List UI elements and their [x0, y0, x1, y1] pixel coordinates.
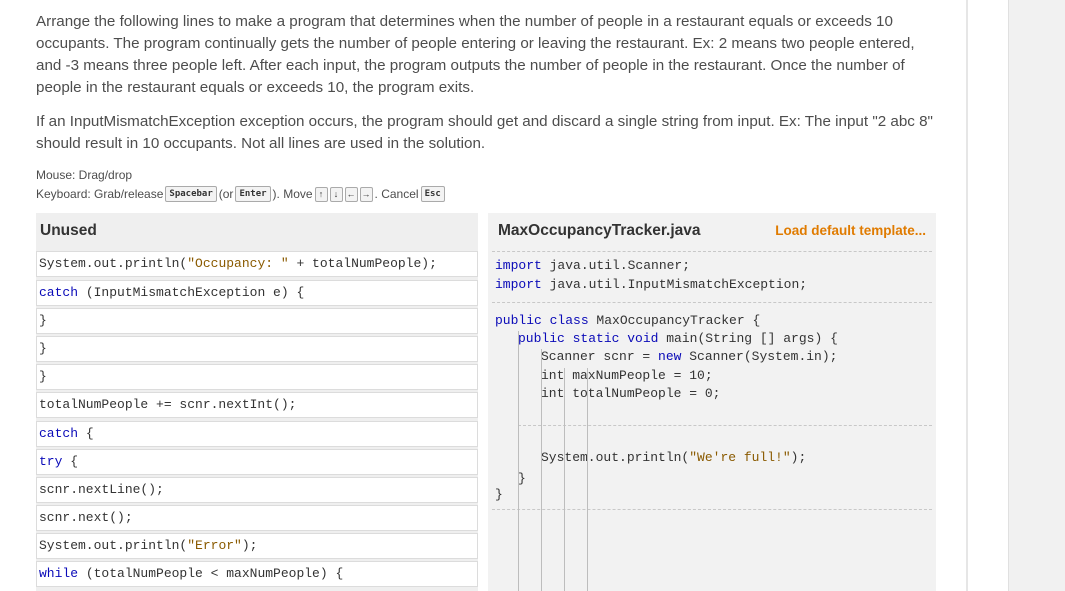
- code-keyword: import: [495, 277, 542, 292]
- code-text: {: [62, 454, 79, 469]
- unused-code-line[interactable]: try {: [36, 449, 478, 475]
- code-text: java.util.InputMismatchException;: [541, 277, 808, 292]
- code-text: scnr.nextLine();: [39, 482, 164, 497]
- code-keyword: public static void: [518, 331, 659, 346]
- code-text: {: [78, 426, 94, 441]
- instructions-paragraph-2: If an InputMismatchException exception o…: [36, 113, 933, 152]
- code-keyword: int: [541, 386, 565, 401]
- code-keyword: while: [39, 566, 79, 581]
- code-text: }: [39, 313, 47, 328]
- unused-code-line[interactable]: scnr.next();: [36, 505, 478, 531]
- code-close-class: }: [495, 487, 503, 502]
- code-text: totalNumPeople += scnr.nextInt();: [39, 397, 297, 412]
- code-keyword: import: [495, 258, 542, 273]
- unused-code-line[interactable]: totalNumPeople += scnr.nextInt();: [36, 392, 478, 418]
- unused-code-line[interactable]: }: [36, 308, 478, 334]
- code-text: + totalNumPeople);: [288, 256, 437, 271]
- code-import-scanner: import java.util.Scanner;: [495, 258, 690, 274]
- unused-code-line[interactable]: System.out.println("Error");: [36, 533, 478, 559]
- arrow-left-icon: ←: [344, 186, 358, 202]
- right-side-panel: [1008, 0, 1065, 591]
- code-class-declaration: public class MaxOccupancyTracker {: [495, 313, 760, 329]
- code-text: scnr.next();: [39, 510, 133, 525]
- mouse-help: Mouse: Drag/drop: [36, 168, 133, 182]
- editor-drop-zone-divider: [492, 509, 932, 510]
- unused-code-line[interactable]: System.out.println("Occupancy: " + total…: [36, 251, 478, 277]
- keyboard-help-or: (or: [218, 187, 234, 201]
- keyboard-help-cancel: . Cancel: [374, 187, 419, 201]
- code-keyword: try: [39, 454, 63, 469]
- editor-drop-zone-divider: [492, 302, 932, 303]
- code-editor-panel[interactable]: MaxOccupancyTracker.java Load default te…: [488, 213, 936, 591]
- code-keyword: new: [658, 349, 682, 364]
- unused-code-line[interactable]: catch {: [36, 421, 478, 447]
- unused-code-line[interactable]: while (totalNumPeople < maxNumPeople) {: [36, 561, 478, 587]
- code-text: );: [241, 538, 258, 553]
- code-text: (InputMismatchException e) {: [78, 285, 305, 300]
- code-text: MaxOccupancyTracker {: [588, 313, 761, 328]
- unused-code-line[interactable]: catch (InputMismatchException e) {: [36, 280, 478, 306]
- arrow-down-icon: ↓: [329, 186, 343, 202]
- code-text: Scanner(System.in);: [681, 349, 838, 364]
- editor-filename: MaxOccupancyTracker.java: [498, 222, 701, 239]
- content-divider: [966, 0, 968, 591]
- unused-panel-title: Unused: [40, 222, 97, 239]
- code-max-num-people: int maxNumPeople = 10;: [541, 368, 713, 384]
- enter-key: Enter: [235, 186, 271, 202]
- arrow-up-icon: ↑: [314, 186, 328, 202]
- unused-code-line[interactable]: scnr.nextLine();: [36, 477, 478, 503]
- editor-drop-zone-divider: [518, 425, 932, 426]
- code-text: main(String [] args) {: [658, 331, 838, 346]
- code-text: Scanner scnr =: [541, 349, 659, 364]
- spacebar-key: Spacebar: [165, 186, 217, 202]
- keyboard-help: Keyboard: Grab/release Spacebar (or Ente…: [36, 186, 445, 202]
- unused-code-line[interactable]: }: [36, 364, 478, 390]
- code-string: "Error": [187, 538, 242, 553]
- unused-lines-panel[interactable]: Unused System.out.println("Occupancy: " …: [36, 213, 478, 591]
- code-keyword: catch: [39, 285, 79, 300]
- code-text: (totalNumPeople < maxNumPeople) {: [78, 566, 344, 581]
- code-total-num-people: int totalNumPeople = 0;: [541, 386, 720, 402]
- indent-guide: [564, 368, 565, 591]
- activity-content: Arrange the following lines to make a pr…: [0, 0, 966, 591]
- code-string: "We're full!": [689, 450, 791, 465]
- editor-drop-zone-divider: [492, 251, 932, 252]
- code-print-full: System.out.println("We're full!");: [541, 450, 806, 466]
- load-default-template-link[interactable]: Load default template...: [775, 223, 926, 238]
- indent-guide: [541, 349, 542, 591]
- code-close-main: }: [518, 471, 526, 486]
- code-text: java.util.Scanner;: [541, 258, 691, 273]
- code-import-exception: import java.util.InputMismatchException;: [495, 277, 807, 293]
- keyboard-help-move: ). Move: [272, 187, 313, 201]
- code-text: }: [39, 341, 47, 356]
- unused-code-line[interactable]: }: [36, 336, 478, 362]
- keyboard-help-prefix: Keyboard: Grab/release: [36, 187, 164, 201]
- code-text: }: [39, 369, 47, 384]
- instructions-paragraph-1: Arrange the following lines to make a pr…: [36, 13, 915, 96]
- code-main-declaration: public static void main(String [] args) …: [518, 331, 838, 347]
- code-keyword: int: [541, 368, 565, 383]
- indent-guide: [518, 331, 519, 591]
- esc-key: Esc: [420, 186, 445, 202]
- code-text: System.out.println(: [39, 256, 188, 271]
- code-scanner-init: Scanner scnr = new Scanner(System.in);: [541, 349, 837, 365]
- code-text: System.out.println(: [39, 538, 188, 553]
- code-text: );: [790, 450, 807, 465]
- code-string: "Occupancy: ": [187, 256, 289, 271]
- code-keyword: public class: [495, 313, 589, 328]
- arrow-right-icon: →: [359, 186, 373, 202]
- code-keyword: catch: [39, 426, 79, 441]
- indent-guide: [587, 368, 588, 591]
